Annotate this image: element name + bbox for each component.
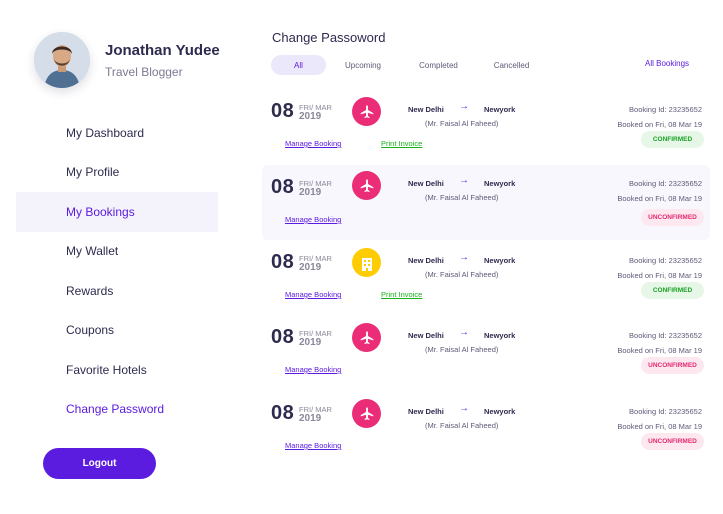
airplane-icon [352, 399, 381, 428]
sidebar: Jonathan Yudee Travel Blogger My Dashboa… [0, 0, 232, 514]
booking-year: 2019 [299, 111, 322, 122]
avatar[interactable] [34, 32, 90, 88]
sidebar-nav: My Dashboard My Profile My Bookings My W… [16, 113, 218, 429]
logout-button[interactable]: Logout [43, 448, 156, 479]
booking-id: Booking Id: 23235652 [629, 331, 702, 340]
booking-card: 08 FRI/ MAR 2019 New Delhi → Newyork (Mr… [262, 246, 710, 319]
arrow-right-icon: → [459, 101, 469, 112]
airplane-icon [352, 97, 381, 126]
booking-day: 08 [271, 251, 295, 273]
sidebar-item-my-bookings[interactable]: My Bookings [16, 192, 218, 232]
booking-day: 08 [271, 100, 295, 122]
status-badge: UNCONFIRMED [641, 209, 704, 226]
booking-year: 2019 [299, 413, 322, 424]
route-destination: Newyork [484, 105, 516, 114]
passenger-name: (Mr. Faisal Al Faheed) [425, 421, 499, 430]
route-destination: Newyork [484, 331, 516, 340]
route-destination: Newyork [484, 407, 516, 416]
booking-tabs: All Upcoming Completed Cancelled [271, 55, 533, 75]
booking-id: Booking Id: 23235652 [629, 256, 702, 265]
arrow-right-icon: → [459, 403, 469, 414]
passenger-name: (Mr. Faisal Al Faheed) [425, 193, 499, 202]
manage-booking-link[interactable]: Manage Booking [285, 215, 341, 224]
booked-on-date: Booked on Fri, 08 Mar 19 [617, 271, 702, 280]
booking-id: Booking Id: 23235652 [629, 407, 702, 416]
sidebar-item-my-profile[interactable]: My Profile [16, 153, 218, 193]
tab-cancelled[interactable]: Cancelled [490, 55, 533, 75]
sidebar-item-my-wallet[interactable]: My Wallet [16, 232, 218, 272]
status-badge: UNCONFIRMED [641, 357, 704, 374]
sidebar-item-change-password[interactable]: Change Password [16, 390, 218, 430]
booking-day: 08 [271, 176, 295, 198]
route-origin: New Delhi [408, 331, 444, 340]
arrow-right-icon: → [459, 175, 469, 186]
route-origin: New Delhi [408, 407, 444, 416]
status-badge: CONFIRMED [641, 131, 704, 148]
route-origin: New Delhi [408, 105, 444, 114]
booking-card: 08 FRI/ MAR 2019 New Delhi → Newyork (Mr… [262, 321, 710, 394]
booking-year: 2019 [299, 262, 322, 273]
booking-id: Booking Id: 23235652 [629, 105, 702, 114]
booking-card: 08 FRI/ MAR 2019 New Delhi → Newyork (Mr… [262, 95, 710, 168]
status-badge: CONFIRMED [641, 282, 704, 299]
profile-role: Travel Blogger [105, 64, 183, 79]
booking-card: 08 FRI/ MAR 2019 New Delhi → Newyork (Mr… [262, 165, 710, 240]
profile-name: Jonathan Yudee [105, 41, 220, 59]
tab-all[interactable]: All [271, 55, 326, 75]
sidebar-item-my-dashboard[interactable]: My Dashboard [16, 113, 218, 153]
route-origin: New Delhi [408, 179, 444, 188]
sidebar-item-rewards[interactable]: Rewards [16, 271, 218, 311]
manage-booking-link[interactable]: Manage Booking [285, 139, 341, 148]
sidebar-item-coupons[interactable]: Coupons [16, 311, 218, 351]
manage-booking-link[interactable]: Manage Booking [285, 290, 341, 299]
booking-year: 2019 [299, 337, 322, 348]
status-badge: UNCONFIRMED [641, 433, 704, 450]
route-destination: Newyork [484, 256, 516, 265]
booking-day: 08 [271, 402, 295, 424]
profile-card: Jonathan Yudee Travel Blogger [34, 32, 220, 88]
airplane-icon [352, 323, 381, 352]
booked-on-date: Booked on Fri, 08 Mar 19 [617, 194, 702, 203]
airplane-icon [352, 171, 381, 200]
manage-booking-link[interactable]: Manage Booking [285, 441, 341, 450]
all-bookings-link[interactable]: All Bookings [645, 59, 689, 68]
print-invoice-link[interactable]: Print Invoice [381, 290, 422, 299]
arrow-right-icon: → [459, 327, 469, 338]
tab-completed[interactable]: Completed [414, 55, 463, 75]
print-invoice-link[interactable]: Print Invoice [381, 139, 422, 148]
booking-card: 08 FRI/ MAR 2019 New Delhi → Newyork (Mr… [262, 397, 710, 470]
hotel-building-icon [352, 248, 381, 277]
sidebar-item-favorite-hotels[interactable]: Favorite Hotels [16, 350, 218, 390]
booking-day: 08 [271, 326, 295, 348]
booking-year: 2019 [299, 187, 322, 198]
passenger-name: (Mr. Faisal Al Faheed) [425, 345, 499, 354]
manage-booking-link[interactable]: Manage Booking [285, 365, 341, 374]
route-origin: New Delhi [408, 256, 444, 265]
booked-on-date: Booked on Fri, 08 Mar 19 [617, 346, 702, 355]
arrow-right-icon: → [459, 252, 469, 263]
booked-on-date: Booked on Fri, 08 Mar 19 [617, 120, 702, 129]
passenger-name: (Mr. Faisal Al Faheed) [425, 119, 499, 128]
route-destination: Newyork [484, 179, 516, 188]
passenger-name: (Mr. Faisal Al Faheed) [425, 270, 499, 279]
page-title: Change Passoword [272, 30, 386, 45]
booked-on-date: Booked on Fri, 08 Mar 19 [617, 422, 702, 431]
booking-id: Booking Id: 23235652 [629, 179, 702, 188]
tab-upcoming[interactable]: Upcoming [339, 55, 387, 75]
user-photo-icon [34, 32, 90, 88]
